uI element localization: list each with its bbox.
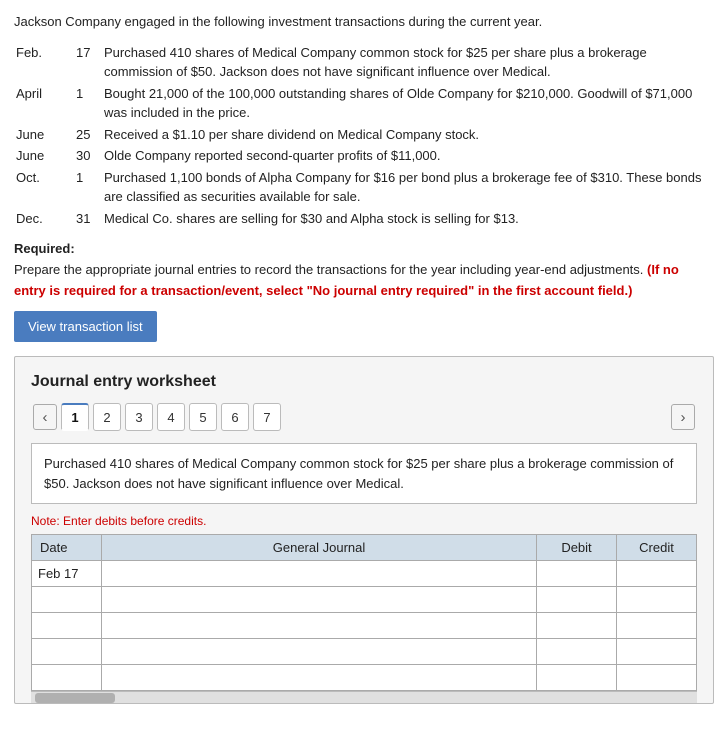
trans-text-2: Bought 21,000 of the 100,000 outstanding… — [102, 83, 714, 124]
trans-month-3: June — [14, 124, 74, 146]
gj-cell-3[interactable] — [102, 613, 537, 639]
debit-cell-4[interactable] — [537, 639, 617, 665]
gj-cell-4[interactable] — [102, 639, 537, 665]
gj-input-4[interactable] — [102, 639, 536, 664]
debit-input-4[interactable] — [537, 639, 616, 664]
transaction-list: Feb. 17 Purchased 410 shares of Medical … — [14, 42, 714, 230]
gj-input-2[interactable] — [102, 587, 536, 612]
credit-input-1[interactable] — [617, 561, 696, 586]
debit-cell-5[interactable] — [537, 665, 617, 691]
trans-text-3: Received a $1.10 per share dividend on M… — [102, 124, 714, 146]
col-header-date: Date — [32, 535, 102, 561]
tab-4[interactable]: 4 — [157, 403, 185, 431]
col-header-credit: Credit — [617, 535, 697, 561]
trans-day-5: 1 — [74, 167, 102, 208]
trans-text-6: Medical Co. shares are selling for $30 a… — [102, 208, 714, 230]
credit-input-3[interactable] — [617, 613, 696, 638]
view-transaction-list-button[interactable]: View transaction list — [14, 311, 157, 342]
journal-row-4 — [32, 639, 697, 665]
trans-text-4: Olde Company reported second-quarter pro… — [102, 145, 714, 167]
date-cell-2 — [32, 587, 102, 613]
trans-month-2: April — [14, 83, 74, 124]
tab-6[interactable]: 6 — [221, 403, 249, 431]
trans-day-4: 30 — [74, 145, 102, 167]
credit-cell-3[interactable] — [617, 613, 697, 639]
journal-row-3 — [32, 613, 697, 639]
date-cell-1: Feb 17 — [32, 561, 102, 587]
debit-input-5[interactable] — [537, 665, 616, 690]
required-instruction: Prepare the appropriate journal entries … — [14, 262, 643, 277]
debit-input-1[interactable] — [537, 561, 616, 586]
debit-cell-1[interactable] — [537, 561, 617, 587]
date-cell-5 — [32, 665, 102, 691]
tab-next-button[interactable]: › — [671, 404, 695, 430]
intro-opening: Jackson Company engaged in the following… — [14, 12, 714, 32]
credit-cell-2[interactable] — [617, 587, 697, 613]
trans-day-1: 17 — [74, 42, 102, 83]
debit-cell-2[interactable] — [537, 587, 617, 613]
gj-cell-5[interactable] — [102, 665, 537, 691]
note-text: Note: Enter debits before credits. — [31, 514, 697, 528]
transaction-row: Oct. 1 Purchased 1,100 bonds of Alpha Co… — [14, 167, 714, 208]
required-label: Required: — [14, 241, 75, 256]
transaction-row: June 25 Received a $1.10 per share divid… — [14, 124, 714, 146]
tab-1[interactable]: 1 — [61, 403, 89, 431]
gj-cell-1[interactable] — [102, 561, 537, 587]
worksheet-title: Journal entry worksheet — [31, 373, 697, 391]
debit-input-3[interactable] — [537, 613, 616, 638]
tab-3[interactable]: 3 — [125, 403, 153, 431]
tab-7[interactable]: 7 — [253, 403, 281, 431]
journal-row-2 — [32, 587, 697, 613]
transaction-row: Dec. 31 Medical Co. shares are selling f… — [14, 208, 714, 230]
credit-cell-4[interactable] — [617, 639, 697, 665]
trans-day-6: 31 — [74, 208, 102, 230]
tab-5[interactable]: 5 — [189, 403, 217, 431]
transaction-row: June 30 Olde Company reported second-qua… — [14, 145, 714, 167]
gj-cell-2[interactable] — [102, 587, 537, 613]
credit-input-2[interactable] — [617, 587, 696, 612]
scrollbar-thumb[interactable] — [35, 693, 115, 703]
debit-cell-3[interactable] — [537, 613, 617, 639]
credit-cell-1[interactable] — [617, 561, 697, 587]
debit-input-2[interactable] — [537, 587, 616, 612]
required-section: Required: Prepare the appropriate journa… — [14, 239, 714, 301]
journal-row-5 — [32, 665, 697, 691]
trans-text-5: Purchased 1,100 bonds of Alpha Company f… — [102, 167, 714, 208]
opening-sentence: Jackson Company engaged in the following… — [14, 14, 542, 29]
tab-2[interactable]: 2 — [93, 403, 121, 431]
gj-input-3[interactable] — [102, 613, 536, 638]
trans-text-1: Purchased 410 shares of Medical Company … — [102, 42, 714, 83]
table-header-row: Date General Journal Debit Credit — [32, 535, 697, 561]
gj-input-5[interactable] — [102, 665, 536, 690]
journal-row-1: Feb 17 — [32, 561, 697, 587]
journal-entry-worksheet: Journal entry worksheet ‹ 1 2 3 4 5 6 7 … — [14, 356, 714, 704]
tab-navigation: ‹ 1 2 3 4 5 6 7 › — [31, 403, 697, 431]
trans-month-4: June — [14, 145, 74, 167]
date-cell-3 — [32, 613, 102, 639]
trans-day-3: 25 — [74, 124, 102, 146]
trans-month-1: Feb. — [14, 42, 74, 83]
tab-prev-button[interactable]: ‹ — [33, 404, 57, 430]
credit-input-4[interactable] — [617, 639, 696, 664]
trans-month-6: Dec. — [14, 208, 74, 230]
credit-cell-5[interactable] — [617, 665, 697, 691]
trans-month-5: Oct. — [14, 167, 74, 208]
transaction-description: Purchased 410 shares of Medical Company … — [31, 443, 697, 504]
journal-table: Date General Journal Debit Credit Feb 17 — [31, 534, 697, 691]
date-cell-4 — [32, 639, 102, 665]
transaction-row: April 1 Bought 21,000 of the 100,000 out… — [14, 83, 714, 124]
transaction-row: Feb. 17 Purchased 410 shares of Medical … — [14, 42, 714, 83]
credit-input-5[interactable] — [617, 665, 696, 690]
col-header-debit: Debit — [537, 535, 617, 561]
trans-day-2: 1 — [74, 83, 102, 124]
gj-input-1[interactable] — [102, 561, 536, 586]
horizontal-scrollbar[interactable] — [31, 691, 697, 703]
col-header-general-journal: General Journal — [102, 535, 537, 561]
